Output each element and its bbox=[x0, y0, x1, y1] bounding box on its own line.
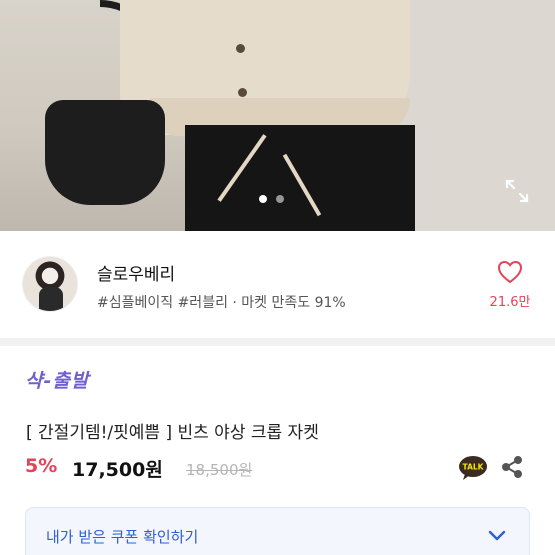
expand-icon[interactable] bbox=[504, 178, 530, 204]
carousel-dot[interactable] bbox=[276, 195, 284, 203]
seller-avatar[interactable] bbox=[22, 256, 78, 312]
discount-rate: 5% bbox=[25, 455, 58, 477]
product-title: [ 간절기템!/핏예쁨 ] 빈츠 야상 크롭 자켓 bbox=[26, 423, 319, 443]
original-price: 18,500원 bbox=[186, 461, 253, 479]
seller-section[interactable]: 슬로우베리 #심플베이직 #러블리 · 마켓 만족도 91% bbox=[0, 231, 555, 338]
avatar-figure bbox=[39, 287, 63, 311]
like-count: 21.6만 bbox=[489, 295, 531, 310]
seller-name[interactable]: 슬로우베리 bbox=[97, 260, 175, 285]
chevron-down-icon bbox=[488, 530, 506, 541]
talk-label: TALK bbox=[463, 463, 485, 472]
coupon-check-button[interactable]: 내가 받은 쿠폰 확인하기 bbox=[25, 507, 530, 555]
product-image[interactable] bbox=[0, 0, 555, 231]
carousel-indicator bbox=[259, 195, 284, 203]
seller-tags: #심플베이직 #러블리 · 마켓 만족도 91% bbox=[97, 295, 346, 311]
heart-icon[interactable] bbox=[497, 260, 523, 284]
sale-price: 17,500원 bbox=[72, 459, 163, 481]
photo-jacket-button bbox=[236, 44, 245, 53]
carousel-dot-active[interactable] bbox=[259, 195, 267, 203]
section-divider bbox=[0, 338, 555, 346]
talk-icon[interactable]: TALK bbox=[458, 455, 488, 481]
share-icon[interactable] bbox=[500, 455, 524, 479]
coupon-label: 내가 받은 쿠폰 확인하기 bbox=[46, 528, 199, 546]
brand-logo-text[interactable]: 샥-출발 bbox=[25, 366, 89, 393]
photo-jacket-button bbox=[238, 88, 247, 97]
photo-bag bbox=[45, 100, 165, 205]
